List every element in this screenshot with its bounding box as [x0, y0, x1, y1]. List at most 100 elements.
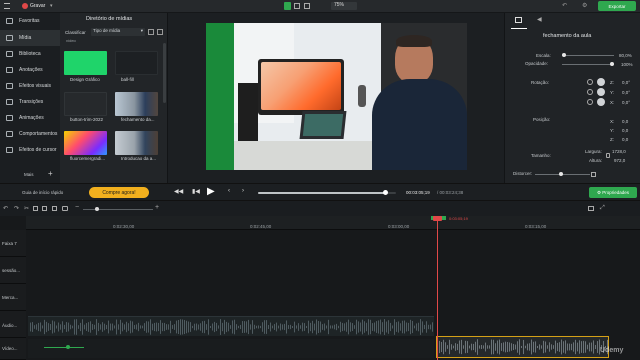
waveform-bar: [595, 344, 596, 350]
track-label[interactable]: Áudio...: [0, 314, 26, 338]
lock-aspect-icon[interactable]: [606, 153, 610, 158]
video-clip[interactable]: [28, 339, 434, 358]
cut-icon[interactable]: ✂: [24, 205, 29, 212]
volume-keyframe[interactable]: [66, 345, 70, 349]
pos-x-value[interactable]: 0,0: [622, 119, 628, 124]
media-thumb-button-trim[interactable]: [64, 92, 107, 116]
rot-y-value[interactable]: 0,0°: [622, 90, 630, 95]
nav-item-transitions[interactable]: Transições: [0, 94, 60, 110]
nav-item-media[interactable]: Mídia: [0, 30, 60, 46]
waveform-bar: [342, 322, 343, 332]
quick-guide-link[interactable]: Guia de início rápido: [22, 190, 63, 195]
redo-icon[interactable]: ↷: [14, 205, 19, 212]
opacity-slider-knob[interactable]: [610, 62, 614, 66]
waveform-bar: [328, 319, 329, 335]
waveform-bar: [587, 344, 588, 350]
pos-y-value[interactable]: 0,0: [622, 128, 628, 133]
scale-slider[interactable]: [562, 55, 614, 56]
sort-order-icon[interactable]: [157, 29, 163, 35]
menu-icon[interactable]: [4, 3, 10, 9]
rotate-z-dial[interactable]: [597, 78, 605, 86]
nav-item-visual-effects[interactable]: Efeitos visuais: [0, 78, 60, 94]
rotate-x-icon[interactable]: [587, 99, 593, 105]
media-scrollbar[interactable]: [163, 43, 166, 103]
export-button[interactable]: Exportar: [598, 1, 636, 11]
sort-select[interactable]: Tipo de mídia ▾: [91, 28, 145, 36]
scrub-knob[interactable]: [382, 190, 388, 195]
split-icon[interactable]: [52, 206, 57, 211]
zoom-select[interactable]: 75%: [331, 2, 357, 10]
copy-icon[interactable]: [33, 206, 38, 211]
pan-tool-icon[interactable]: [294, 3, 300, 9]
rotate-y-icon[interactable]: [587, 89, 593, 95]
fit-timeline-icon[interactable]: [588, 206, 594, 211]
crop-tool-icon[interactable]: [304, 3, 310, 9]
playhead-handle[interactable]: [433, 216, 442, 221]
video-preview[interactable]: [206, 23, 467, 170]
undo-icon[interactable]: ↶: [3, 205, 8, 212]
opacity-slider[interactable]: [562, 64, 614, 65]
play-icon[interactable]: ▶: [207, 186, 215, 197]
zoom-out-icon[interactable]: −: [75, 204, 79, 211]
grid-view-icon[interactable]: [148, 29, 154, 35]
rotate-z-icon[interactable]: [587, 79, 593, 85]
chevron-down-icon[interactable]: ▾: [50, 3, 53, 9]
media-thumb-introducao[interactable]: [115, 131, 158, 155]
media-thumb-gradient[interactable]: [64, 131, 107, 155]
width-value[interactable]: 1728,0: [612, 149, 626, 154]
timeline-zoom-knob[interactable]: [95, 207, 99, 211]
track-label[interactable]: Vídeo...: [0, 338, 26, 360]
audio-props-tab-icon[interactable]: ◀: [537, 16, 542, 23]
record-icon[interactable]: [22, 3, 28, 9]
select-tool-icon[interactable]: [284, 2, 291, 10]
nav-item-favorites[interactable]: Favoritas: [0, 13, 60, 29]
visual-props-tab-icon[interactable]: [515, 17, 522, 23]
step-back-icon[interactable]: ▮◀: [192, 188, 200, 195]
rotate-y-dial[interactable]: [597, 88, 605, 96]
prev-marker-icon[interactable]: ‹: [228, 188, 230, 194]
scale-value[interactable]: 80,0%: [619, 53, 632, 58]
nav-item-cursor-effects[interactable]: Efeitos de cursor: [0, 142, 60, 158]
rot-x-value[interactable]: 0,0°: [622, 100, 630, 105]
timeline-zoom-slider[interactable]: [83, 209, 153, 210]
paste-icon[interactable]: [42, 206, 47, 211]
opacity-value[interactable]: 100%: [621, 62, 633, 67]
audio-clip[interactable]: [28, 316, 434, 336]
expand-timeline-icon[interactable]: ⤢: [600, 205, 605, 212]
nav-item-annotations[interactable]: Anotações: [0, 62, 60, 78]
snapshot-icon[interactable]: [62, 206, 68, 211]
timeline-ruler[interactable]: 0:02:30,00 0:02:45,00 0:03:00,00 0:03:15…: [26, 216, 640, 230]
rot-z-value[interactable]: 0,0°: [622, 80, 630, 85]
height-value[interactable]: 972,0: [614, 158, 625, 163]
pos-z-value[interactable]: 0,0: [622, 137, 628, 142]
properties-button[interactable]: ⚙ Propriedades: [589, 187, 637, 198]
media-label: fluorcemergradi...: [70, 156, 106, 161]
settings-icon[interactable]: ⚙: [582, 2, 587, 9]
nav-item-animations[interactable]: Animações: [0, 110, 60, 126]
record-label[interactable]: Gravar: [30, 3, 45, 9]
track-label[interactable]: sessão...: [0, 257, 26, 284]
scale-slider-knob[interactable]: [562, 53, 566, 57]
nav-item-behaviors[interactable]: Comportamentos: [0, 126, 60, 142]
track-label[interactable]: Faixa 7: [0, 230, 26, 257]
playhead-line[interactable]: [437, 216, 438, 360]
zoom-in-icon[interactable]: +: [155, 204, 159, 211]
rewind-icon[interactable]: ◀◀: [174, 188, 183, 195]
rotate-x-dial[interactable]: [597, 98, 605, 106]
scrub-bar[interactable]: [258, 190, 396, 195]
volume-line[interactable]: [44, 347, 84, 348]
nav-item-library[interactable]: Biblioteca: [0, 46, 60, 62]
track-label[interactable]: Merca...: [0, 284, 26, 311]
more-button[interactable]: Mais: [24, 172, 34, 177]
waveform-bar: [350, 322, 351, 332]
undo-icon[interactable]: ↶: [562, 2, 567, 9]
media-thumb-ball-fill[interactable]: [115, 51, 158, 75]
distort-icon[interactable]: [591, 172, 596, 177]
distort-slider-knob[interactable]: [559, 172, 563, 176]
next-marker-icon[interactable]: ›: [242, 188, 244, 194]
selected-clip[interactable]: [436, 336, 609, 358]
buy-now-button[interactable]: Compre agora!: [89, 187, 149, 198]
media-thumb-design-grafico[interactable]: [64, 51, 107, 75]
add-icon[interactable]: +: [48, 169, 53, 178]
media-thumb-fechamento[interactable]: [115, 92, 158, 116]
